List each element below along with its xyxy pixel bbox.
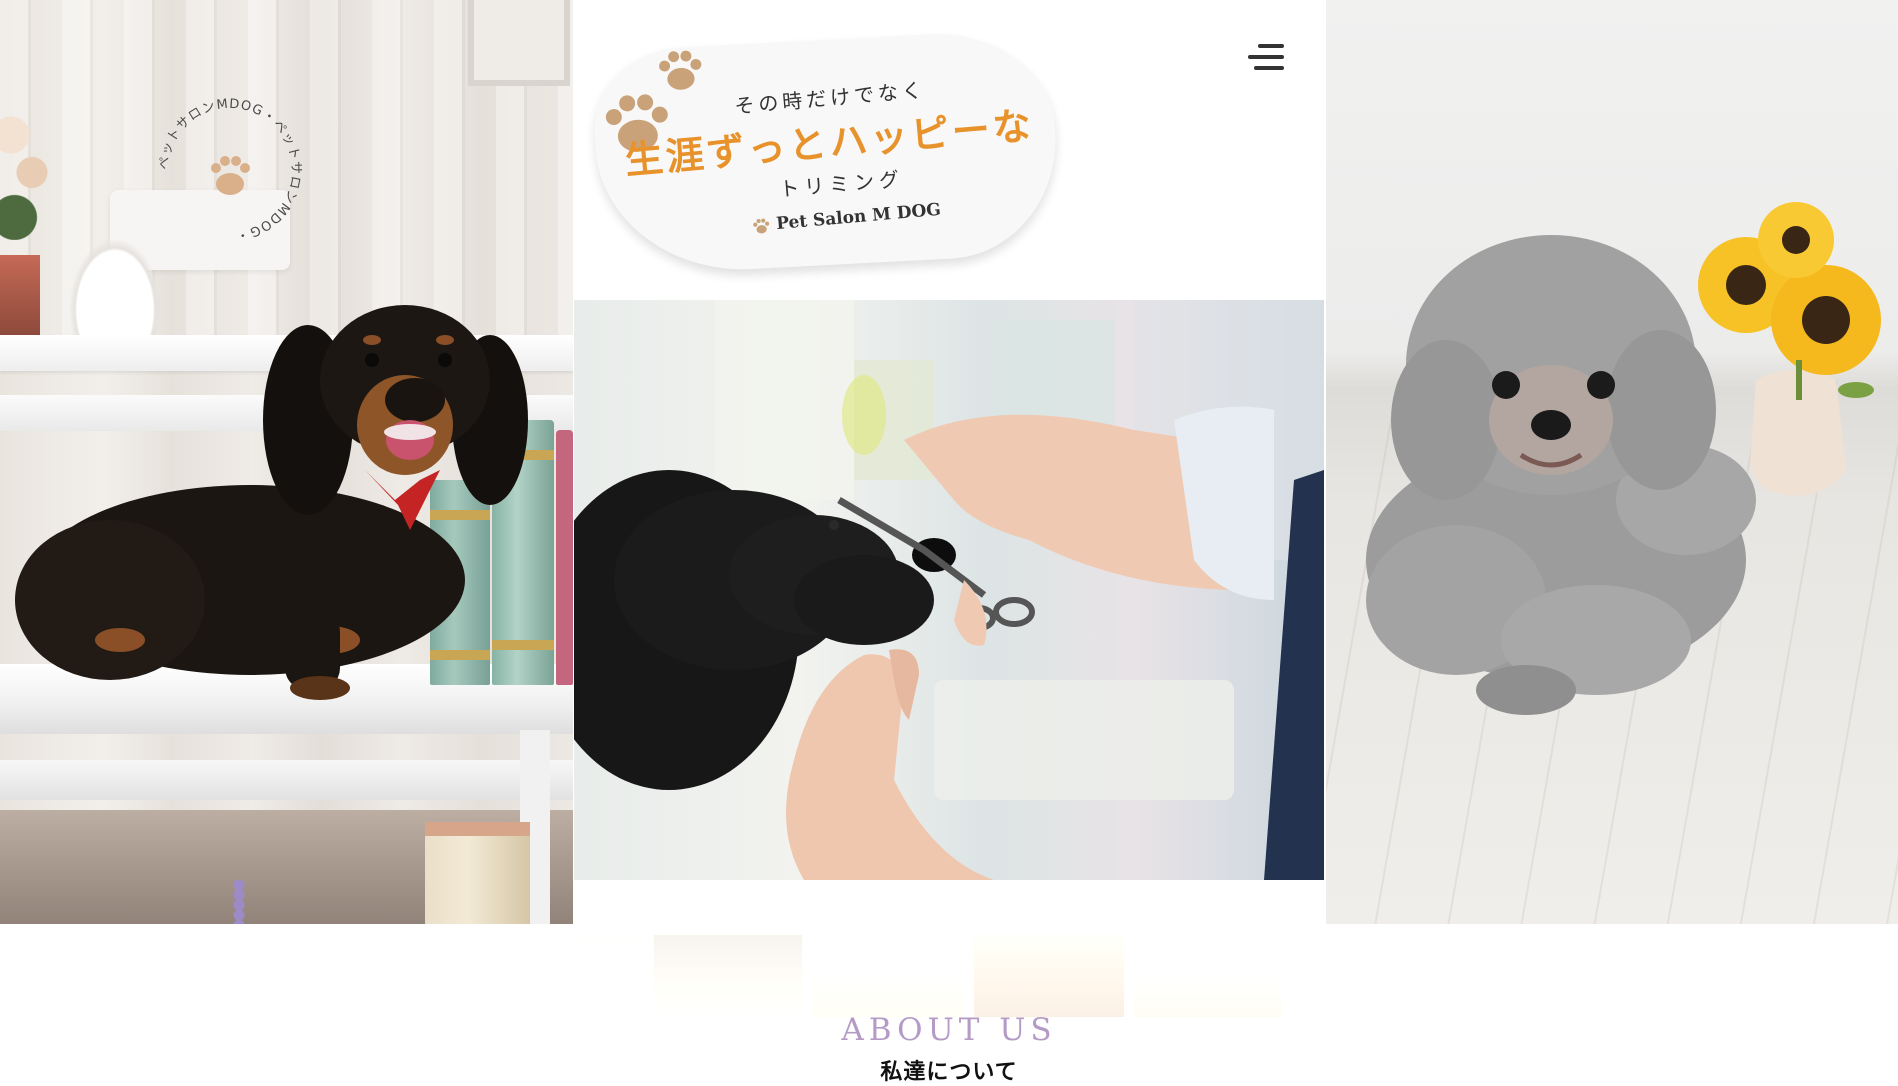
svg-text:ペットサロンMDOG・ペットサロンMDOG・: ペットサロンMDOG・ペットサロンMDOG・: [157, 97, 303, 243]
hamburger-menu-icon[interactable]: [1244, 38, 1288, 78]
paw-icon: [753, 218, 770, 234]
stamp-circle-text: ペットサロンMDOG・ペットサロンMDOG・: [157, 97, 302, 243]
about-title: ABOUT US: [841, 1012, 1057, 1048]
center-column: その時だけでなく 生涯ずっとハッピーな トリミング Pet Salon M DO…: [574, 0, 1324, 1085]
paw-icon: [211, 156, 250, 195]
about-subtitle: 私達について: [880, 1060, 1018, 1085]
right-photo-panel: [1326, 0, 1898, 924]
gallery-strip: [574, 935, 1324, 1017]
gallery-thumb[interactable]: [974, 935, 1124, 1017]
gallery-thumb[interactable]: [814, 935, 964, 1017]
circular-logo-stamp: ペットサロンMDOG・ペットサロンMDOG・: [157, 97, 303, 243]
gallery-thumb[interactable]: [574, 935, 642, 1017]
left-photo-panel: ペットサロンMDOG・ペットサロンMDOG・: [0, 0, 573, 924]
hero-grooming-photo: [574, 300, 1324, 880]
gallery-thumb[interactable]: [654, 935, 802, 1017]
paw-icon: [659, 50, 702, 90]
gallery-thumb[interactable]: [1294, 935, 1324, 1017]
gallery-thumb[interactable]: [1134, 935, 1282, 1017]
poodle-photo: [1366, 202, 1881, 715]
